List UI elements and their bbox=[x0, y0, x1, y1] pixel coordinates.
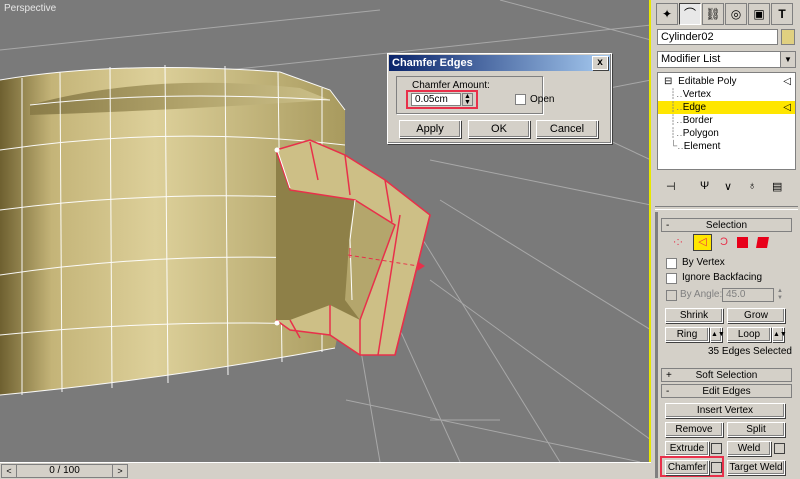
stack-item-label: Element bbox=[683, 141, 721, 152]
panel-divider bbox=[655, 206, 798, 210]
stack-item-polygon[interactable]: ┊‥Polygon bbox=[658, 127, 795, 140]
make-unique-icon[interactable]: ∨ bbox=[724, 180, 732, 193]
weld-settings-icon[interactable] bbox=[774, 443, 785, 454]
collapse-icon: - bbox=[666, 220, 670, 231]
next-frame-button[interactable]: > bbox=[112, 464, 128, 478]
element-mode-icon[interactable] bbox=[756, 237, 769, 248]
insert-vertex-button[interactable]: Insert Vertex bbox=[665, 403, 785, 418]
chamfer-amount-input[interactable]: 0.05cm bbox=[411, 93, 461, 106]
angle-spinner[interactable]: ▲ ▼ bbox=[775, 288, 785, 302]
show-end-result-icon[interactable]: Ψ bbox=[700, 180, 709, 192]
stack-item-label: Polygon bbox=[682, 128, 719, 139]
grow-button[interactable]: Grow bbox=[727, 308, 785, 323]
edit-edges-title: Edit Edges bbox=[702, 386, 751, 397]
prev-frame-button[interactable]: < bbox=[1, 464, 17, 478]
stack-root-label: Editable Poly bbox=[678, 76, 737, 87]
cancel-button[interactable]: Cancel bbox=[536, 120, 598, 138]
edge-icon: ◁ bbox=[783, 102, 791, 113]
stack-item-edge[interactable]: ┊‥Edge ◁ bbox=[658, 101, 795, 114]
collapse-icon: ⊟ bbox=[664, 76, 673, 87]
by-angle-label: By Angle: bbox=[680, 289, 723, 300]
chamfer-settings-icon[interactable] bbox=[711, 462, 722, 473]
stack-item-label: Border bbox=[682, 115, 713, 126]
ignore-backfacing-checkbox[interactable] bbox=[666, 273, 677, 284]
modifier-list-label: Modifier List bbox=[661, 53, 721, 65]
soft-selection-title: Soft Selection bbox=[695, 370, 758, 381]
remove-modifier-icon[interactable]: ♁ bbox=[748, 180, 756, 192]
time-slider[interactable]: 0 / 100 bbox=[16, 464, 113, 478]
subobject-buttons: ·:· ◁ Ɔ bbox=[665, 234, 791, 251]
stack-item-vertex[interactable]: ┊‥Vertex bbox=[658, 88, 795, 101]
ignore-backfacing-label: Ignore Backfacing bbox=[682, 272, 763, 283]
expand-icon: + bbox=[666, 370, 672, 381]
extrude-settings-icon[interactable] bbox=[711, 443, 722, 454]
time-slider-bar: < 0 / 100 > bbox=[0, 462, 651, 479]
stack-item-editable-poly[interactable]: ⊟ Editable Poly ◁ bbox=[658, 75, 795, 88]
viewport-label[interactable]: Perspective bbox=[4, 3, 56, 14]
border-mode-icon[interactable]: Ɔ bbox=[715, 234, 733, 251]
selection-rollout-header[interactable]: - Selection bbox=[661, 218, 792, 232]
stack-item-label: Vertex bbox=[682, 89, 712, 100]
stack-item-border[interactable]: ┊‥Border bbox=[658, 114, 795, 127]
chamfer-amount-spinner[interactable]: ▲ ▼ bbox=[462, 93, 473, 106]
open-label: Open bbox=[530, 94, 555, 105]
create-icon: ✦ bbox=[661, 7, 673, 21]
utilities-tab[interactable]: T bbox=[771, 3, 793, 25]
ring-spinner[interactable]: ▲▼ bbox=[710, 327, 725, 342]
split-button[interactable]: Split bbox=[727, 422, 785, 437]
selection-status: 35 Edges Selected bbox=[708, 346, 792, 357]
modify-icon: ⌒ bbox=[683, 7, 696, 21]
target-weld-button[interactable]: Target Weld bbox=[727, 460, 785, 475]
apply-button[interactable]: Apply bbox=[399, 120, 461, 138]
modifier-stack: ⊟ Editable Poly ◁ ┊‥Vertex ┊‥Edge ◁ ┊‥Bo… bbox=[657, 72, 796, 170]
edge-mode-icon: ◁ bbox=[783, 76, 791, 87]
chevron-down-icon: ▼ bbox=[780, 52, 795, 67]
selection-title: Selection bbox=[705, 220, 748, 231]
vertex-mode-icon[interactable]: ·:· bbox=[669, 234, 687, 251]
polygon-mode-icon[interactable] bbox=[737, 237, 748, 248]
display-tab[interactable]: ▣ bbox=[748, 3, 770, 25]
object-color-swatch[interactable] bbox=[781, 29, 795, 45]
mug-handle-mesh[interactable] bbox=[274, 139, 431, 356]
hierarchy-icon: ⛓ bbox=[705, 7, 721, 21]
stack-toolbar: ⊣ Ψ ∨ ♁ ▤ bbox=[662, 180, 796, 194]
remove-button[interactable]: Remove bbox=[665, 422, 723, 437]
shrink-button[interactable]: Shrink bbox=[665, 308, 723, 323]
by-vertex-checkbox[interactable] bbox=[666, 258, 677, 269]
configure-sets-icon[interactable]: ▤ bbox=[772, 180, 782, 193]
modify-tab[interactable]: ⌒ bbox=[679, 3, 701, 25]
open-checkbox[interactable] bbox=[515, 94, 526, 105]
loop-button[interactable]: Loop bbox=[727, 327, 771, 342]
stack-item-element[interactable]: └‥Element bbox=[658, 140, 795, 153]
stack-item-label: Edge bbox=[682, 102, 707, 113]
close-icon[interactable]: x bbox=[592, 56, 608, 70]
object-name-field[interactable]: Cylinder02 bbox=[657, 29, 778, 45]
ok-button[interactable]: OK bbox=[468, 120, 530, 138]
edit-edges-rollout-header[interactable]: - Edit Edges bbox=[661, 384, 792, 398]
chamfer-edges-dialog: Chamfer Edges x Chamfer Amount: 0.05cm ▲… bbox=[387, 53, 612, 144]
utilities-icon: T bbox=[778, 7, 786, 21]
dialog-titlebar[interactable]: Chamfer Edges bbox=[389, 55, 610, 71]
hierarchy-tab[interactable]: ⛓ bbox=[702, 3, 724, 25]
soft-selection-rollout-header[interactable]: + Soft Selection bbox=[661, 368, 792, 382]
dialog-title: Chamfer Edges bbox=[392, 57, 473, 69]
angle-input[interactable]: 45.0 bbox=[722, 288, 774, 302]
loop-spinner[interactable]: ▲▼ bbox=[772, 327, 787, 342]
motion-icon: ◎ bbox=[730, 7, 742, 21]
by-vertex-label: By Vertex bbox=[682, 257, 725, 268]
display-icon: ▣ bbox=[753, 7, 765, 21]
extrude-button[interactable]: Extrude bbox=[665, 441, 709, 456]
motion-tab[interactable]: ◎ bbox=[725, 3, 747, 25]
create-tab[interactable]: ✦ bbox=[656, 3, 678, 25]
panel-scrollbar[interactable] bbox=[655, 212, 658, 478]
chamfer-button[interactable]: Chamfer bbox=[665, 460, 709, 475]
modifier-list-dropdown[interactable]: Modifier List ▼ bbox=[657, 51, 796, 68]
by-angle-checkbox[interactable] bbox=[666, 290, 677, 301]
ring-button[interactable]: Ring bbox=[665, 327, 709, 342]
pin-stack-icon[interactable]: ⊣ bbox=[666, 180, 676, 193]
edge-mode-icon[interactable]: ◁ bbox=[693, 234, 712, 251]
collapse-icon: - bbox=[666, 386, 670, 397]
weld-button[interactable]: Weld bbox=[727, 441, 771, 456]
